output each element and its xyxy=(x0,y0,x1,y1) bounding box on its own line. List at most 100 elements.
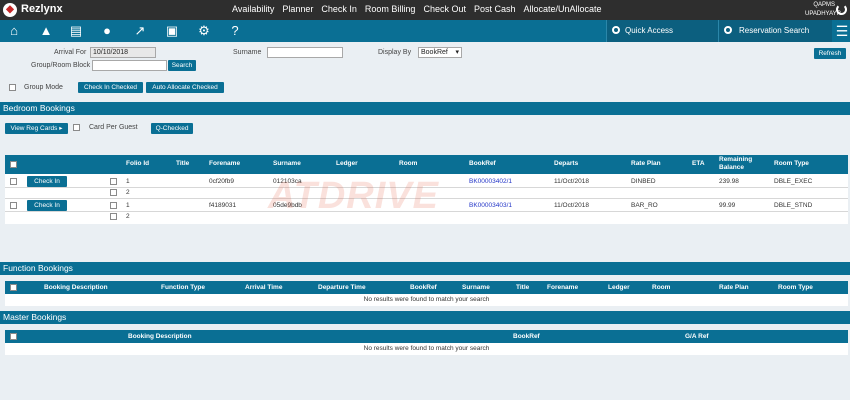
bookref-link[interactable]: BK00003402/1 xyxy=(469,178,512,185)
departs-cell: 11/Oct/2018 xyxy=(554,202,589,209)
card-per-guest-checkbox[interactable] xyxy=(73,124,80,131)
settings-icon[interactable]: ⚙ xyxy=(195,22,213,40)
folio-checkbox[interactable] xyxy=(110,189,117,196)
search-icon xyxy=(724,26,732,34)
menu-planner[interactable]: Planner xyxy=(282,4,313,14)
chart-icon[interactable]: ↗ xyxy=(131,22,149,40)
row-checkbox[interactable] xyxy=(10,178,17,185)
group-mode-label: Group Mode xyxy=(24,84,63,91)
select-all-checkbox[interactable] xyxy=(10,161,17,168)
col-room: Room xyxy=(399,160,418,167)
col-ga-ref: G/A Ref xyxy=(685,333,709,340)
folio-id: 1 xyxy=(126,202,130,209)
bell-icon[interactable]: ▲ xyxy=(37,22,55,40)
col-departs: Departs xyxy=(554,160,579,167)
view-reg-cards-button[interactable]: View Reg Cards ▸ xyxy=(5,123,68,134)
help-icon[interactable]: ? xyxy=(226,22,244,40)
display-by-select[interactable]: BookRef ▾ xyxy=(418,47,462,58)
auto-allocate-checked-button[interactable]: Auto Allocate Checked xyxy=(146,82,224,93)
forename-cell: f4189031 xyxy=(209,202,237,209)
card-per-guest-label: Card Per Guest xyxy=(89,124,138,131)
col-ledger: Ledger xyxy=(336,160,358,167)
brand-name: Rezlynx xyxy=(21,3,63,15)
id-card-icon[interactable]: ▤ xyxy=(67,22,85,40)
select-all-checkbox[interactable] xyxy=(10,333,17,340)
col-arrival-time: Arrival Time xyxy=(245,284,283,291)
function-bookings-header: Function Bookings xyxy=(0,262,850,275)
arrival-date-input[interactable]: 10/10/2018 xyxy=(90,47,156,58)
col-title: Title xyxy=(516,284,530,291)
reservation-search-button[interactable]: Reservation Search xyxy=(718,20,832,42)
col-booking-description: Booking Description xyxy=(128,333,192,340)
col-bookref: BookRef xyxy=(513,333,540,340)
refresh-button[interactable]: Refresh xyxy=(814,48,846,59)
master-table-header: Booking Description BookRef G/A Ref xyxy=(5,330,848,343)
col-booking-description: Booking Description xyxy=(44,284,108,291)
no-results-message: No results were found to match your sear… xyxy=(363,345,490,352)
group-mode-checkbox[interactable] xyxy=(9,84,16,91)
home-icon[interactable]: ⌂ xyxy=(5,22,23,40)
surname-label: Surname xyxy=(233,49,262,56)
col-room: Room xyxy=(652,284,671,291)
folio-id: 2 xyxy=(126,189,130,196)
group-ref-input[interactable] xyxy=(92,60,167,71)
col-eta: ETA xyxy=(692,160,705,167)
rezlynx-logo-icon: ◆ xyxy=(3,3,17,17)
atdrive-watermark: ATDRIVE xyxy=(268,175,439,217)
bank-icon[interactable]: ▣ xyxy=(163,22,181,40)
function-table-body: No results were found to match your sear… xyxy=(5,294,848,306)
col-folio-id: Folio Id xyxy=(126,160,150,167)
col-remaining-balance: Remaining Balance xyxy=(719,156,753,171)
col-room-type: Room Type xyxy=(778,284,813,291)
col-title: Title xyxy=(176,160,190,167)
check-in-button[interactable]: Check In xyxy=(27,176,67,187)
col-forename: Forename xyxy=(547,284,579,291)
menu-room-billing[interactable]: Room Billing xyxy=(365,4,416,14)
col-departure-time: Departure Time xyxy=(318,284,366,291)
col-surname: Surname xyxy=(462,284,490,291)
q-checked-button[interactable]: Q-Checked xyxy=(151,123,193,134)
bookref-link[interactable]: BK00003403/1 xyxy=(469,202,512,209)
rate-plan-cell: BAR_RO xyxy=(631,202,658,209)
room-type-cell: DBLE_EXEC xyxy=(774,178,813,185)
folio-checkbox[interactable] xyxy=(110,213,117,220)
check-in-checked-button[interactable]: Check In Checked xyxy=(78,82,143,93)
bedroom-table-header: Folio Id Title Forename Surname Ledger R… xyxy=(5,155,848,174)
room-type-cell: DBLE_STND xyxy=(774,202,813,209)
row-checkbox[interactable] xyxy=(10,202,17,209)
quick-access-button[interactable]: Quick Access xyxy=(606,20,718,42)
col-rate-plan: Rate Plan xyxy=(631,160,661,167)
chevron-down-icon: ▾ xyxy=(455,49,459,56)
menu-availability[interactable]: Availability xyxy=(232,4,274,14)
col-forename: Forename xyxy=(209,160,241,167)
no-results-message: No results were found to match your sear… xyxy=(363,296,490,303)
top-menu: Availability Planner Check In Room Billi… xyxy=(232,4,610,14)
folio-checkbox[interactable] xyxy=(110,202,117,209)
col-surname: Surname xyxy=(273,160,301,167)
top-bar: ◆ Rezlynx Availability Planner Check In … xyxy=(0,0,850,20)
menu-post-cash[interactable]: Post Cash xyxy=(474,4,516,14)
forename-cell: 0cf20fb9 xyxy=(209,178,234,185)
menu-check-out[interactable]: Check Out xyxy=(423,4,466,14)
col-bookref: BookRef xyxy=(469,160,496,167)
col-function-type: Function Type xyxy=(161,284,205,291)
select-all-checkbox[interactable] xyxy=(10,284,17,291)
power-icon[interactable] xyxy=(836,4,847,15)
group-icon[interactable]: ● xyxy=(98,22,116,40)
menu-allocate[interactable]: Allocate/UnAllocate xyxy=(524,4,602,14)
master-bookings-header: Master Bookings xyxy=(0,311,850,324)
user-name: QAPMS UPADHYAYR xyxy=(805,2,842,17)
search-icon xyxy=(612,26,620,34)
surname-input[interactable] xyxy=(267,47,343,58)
caret-right-icon: ▸ xyxy=(59,125,63,132)
balance-cell: 99.99 xyxy=(719,202,736,209)
col-room-type: Room Type xyxy=(774,160,809,167)
hamburger-menu-icon[interactable]: ☰ xyxy=(834,20,850,42)
col-bookref: BookRef xyxy=(410,284,437,291)
check-in-button[interactable]: Check In xyxy=(27,200,67,211)
rate-plan-cell: DINBED xyxy=(631,178,656,185)
menu-check-in[interactable]: Check In xyxy=(321,4,357,14)
balance-cell: 239.98 xyxy=(719,178,739,185)
search-button[interactable]: Search xyxy=(168,60,196,71)
folio-checkbox[interactable] xyxy=(110,178,117,185)
